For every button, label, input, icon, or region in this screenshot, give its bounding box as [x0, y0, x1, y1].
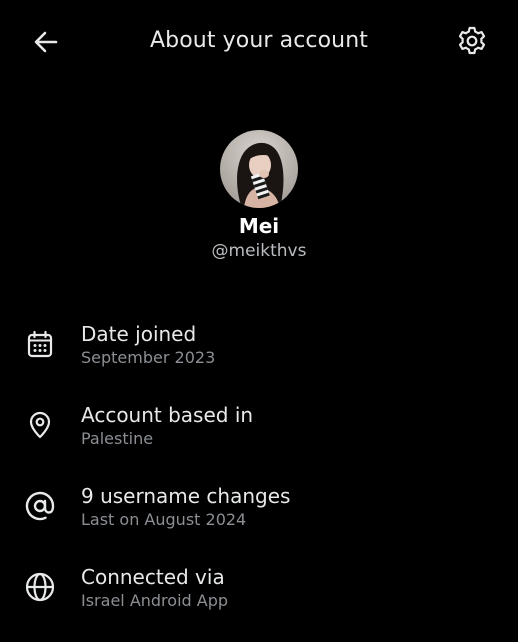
info-row-connected-via: Connected via Israel Android App [0, 561, 518, 642]
row-label: Date joined [81, 322, 197, 346]
profile-photo [220, 130, 298, 208]
page-title: About your account [150, 28, 368, 53]
account-info-list: Date joined September 2023 Account based… [0, 318, 518, 642]
header: About your account [0, 0, 518, 82]
info-row-username-changes: 9 username changes Last on August 2024 [0, 480, 518, 561]
at-sign-icon [24, 490, 56, 522]
avatar[interactable] [220, 130, 298, 208]
row-label: Connected via [81, 565, 225, 589]
row-value: Israel Android App [81, 591, 229, 610]
gear-icon [456, 25, 488, 57]
row-label: 9 username changes [81, 484, 291, 508]
globe-icon [24, 571, 56, 603]
username-handle: @meikthvs [211, 241, 307, 261]
row-value: Last on August 2024 [81, 510, 247, 529]
row-value: September 2023 [81, 348, 216, 367]
profile-summary: Mei @meikthvs [0, 130, 518, 262]
display-name: Mei [238, 214, 280, 238]
row-value: Palestine [81, 429, 154, 448]
row-label: Account based in [81, 403, 254, 427]
info-row-account-location: Account based in Palestine [0, 399, 518, 480]
location-pin-icon [24, 409, 56, 441]
info-row-date-joined: Date joined September 2023 [0, 318, 518, 399]
calendar-icon [24, 328, 56, 360]
settings-button[interactable] [454, 23, 490, 59]
